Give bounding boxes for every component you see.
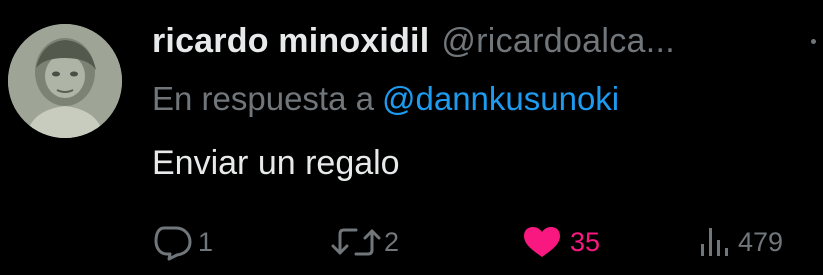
tweet-text: Enviar un regalo <box>152 144 400 182</box>
like-button[interactable]: 35 <box>520 222 600 262</box>
tweet-actions: 1 2 35 479 <box>150 222 820 262</box>
retweet-button[interactable]: 2 <box>330 222 399 262</box>
views-bar-chart-icon <box>701 228 728 256</box>
reply-icon <box>154 226 192 261</box>
more-icon[interactable] <box>806 32 820 62</box>
like-count: 35 <box>570 226 601 257</box>
reply-context: En respuesta a @dannkusunoki <box>152 80 619 118</box>
reply-context-prefix: En respuesta a <box>152 80 374 117</box>
views-button[interactable]: 479 <box>698 222 783 262</box>
retweet-icon <box>331 228 381 256</box>
author-display-name[interactable]: ricardo minoxidil <box>152 22 429 61</box>
avatar[interactable] <box>8 24 122 138</box>
reply-count: 1 <box>198 226 214 257</box>
tweet-header: ricardo minoxidil @ricardoalca... <box>152 22 817 66</box>
avatar-image <box>8 24 122 138</box>
views-count: 479 <box>738 226 784 257</box>
heart-icon <box>524 227 560 257</box>
retweet-count: 2 <box>384 226 400 257</box>
tweet[interactable]: ricardo minoxidil @ricardoalca... En res… <box>0 0 823 275</box>
author-handle[interactable]: @ricardoalca... <box>441 22 675 61</box>
reply-mention-link[interactable]: @dannkusunoki <box>382 80 619 117</box>
reply-button[interactable]: 1 <box>152 222 213 262</box>
